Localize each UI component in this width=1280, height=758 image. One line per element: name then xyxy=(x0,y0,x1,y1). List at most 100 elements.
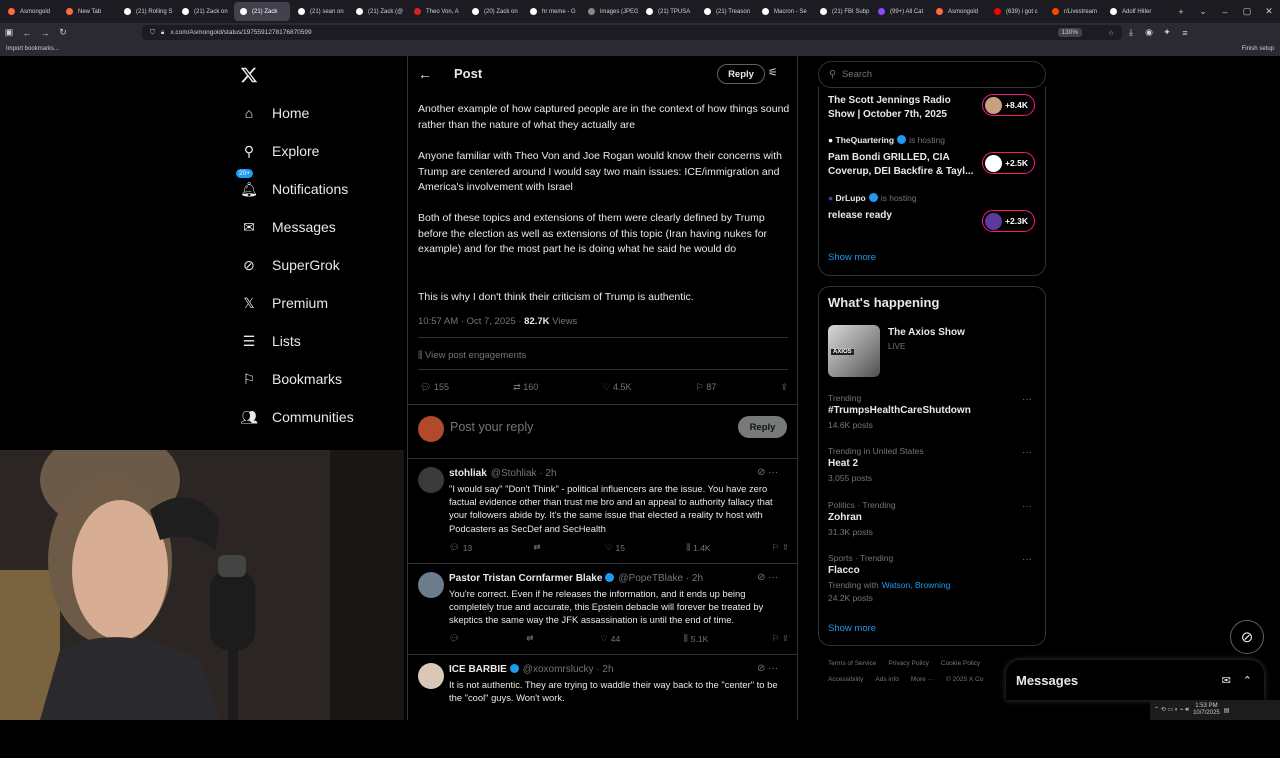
space-listener-pill[interactable]: +8.4K xyxy=(982,94,1035,116)
more-link[interactable]: More ··· xyxy=(911,676,934,683)
browser-tab[interactable]: (21) Zack xyxy=(234,2,290,21)
reply-action[interactable]: 💬︎ 155 xyxy=(420,382,449,393)
reply-author[interactable]: stohliak @Stohliak · 2h xyxy=(449,468,557,479)
view-engagements-link[interactable]: ⫼ View post engagements xyxy=(418,350,526,361)
maximize-icon[interactable]: ▢ xyxy=(1236,6,1258,17)
account-icon[interactable]: ◉ xyxy=(1140,27,1158,38)
new-message-icon[interactable]: ✉ xyxy=(1222,674,1231,687)
avatar[interactable] xyxy=(418,663,444,689)
axios-show-thumbnail[interactable]: AXIOS xyxy=(828,325,880,377)
messages-drawer[interactable]: Messages ✉ ⌃ xyxy=(1006,660,1264,700)
browser-tab[interactable]: (21) sean on xyxy=(292,2,348,21)
space-host[interactable]: ● TheQuartering is hosting xyxy=(828,135,945,145)
forward-icon[interactable]: → xyxy=(36,28,54,38)
like-action[interactable]: ♡ 4.5K xyxy=(602,382,631,393)
more-options-icon[interactable]: ··· xyxy=(768,572,778,583)
browser-tab[interactable]: Macron - Se xyxy=(756,2,812,21)
filter-icon[interactable]: ⚟ xyxy=(768,66,778,79)
reply-submit-button[interactable]: Reply xyxy=(738,416,787,438)
browser-tab[interactable]: hr meme - G xyxy=(524,2,580,21)
back-icon[interactable]: ← xyxy=(18,28,36,38)
more-options-icon[interactable]: ··· xyxy=(1022,394,1032,405)
x-logo-icon[interactable] xyxy=(240,66,258,89)
avatar[interactable] xyxy=(418,467,444,493)
new-tab-icon[interactable]: + xyxy=(1170,7,1192,17)
space-title[interactable]: The Scott Jennings Radio Show | October … xyxy=(828,94,976,121)
sidebar-item-premium[interactable]: 𝕏 Premium xyxy=(240,294,328,312)
like-action[interactable]: ♡ 15 xyxy=(605,542,625,553)
grok-float-button[interactable]: ⊘ xyxy=(1230,620,1264,654)
trend-title[interactable]: #TrumpsHealthCareShutdown xyxy=(828,405,971,416)
bookmark-action[interactable]: ⚐ 87 xyxy=(696,382,717,393)
like-action[interactable]: ♡ 44 xyxy=(600,633,620,644)
trending-with-links[interactable]: Watson, Browning xyxy=(882,580,951,590)
share-icon[interactable]: ⇪ xyxy=(780,382,788,393)
search-input[interactable]: ⚲ Search xyxy=(818,61,1046,88)
space-title[interactable]: release ready xyxy=(828,209,976,223)
close-window-icon[interactable]: ✕ xyxy=(1258,6,1280,17)
sidebar-item-supergrok[interactable]: ⊘ SuperGrok xyxy=(240,256,340,274)
download-icon[interactable]: ⤓ xyxy=(1122,27,1140,38)
trend-title[interactable]: Flacco xyxy=(828,565,860,576)
accessibility-link[interactable]: Accessibility xyxy=(828,676,863,683)
show-more-trends-link[interactable]: Show more xyxy=(828,623,876,634)
address-bar[interactable]: ⛉ 🔒︎ x.com/Asmongold/status/197559127817… xyxy=(142,25,1122,40)
views-action[interactable]: ⫼ 5.1K xyxy=(684,633,708,644)
more-options-icon[interactable]: ··· xyxy=(1022,447,1032,458)
finish-setup-link[interactable]: Finish setup xyxy=(1242,46,1274,52)
cookie-link[interactable]: Cookie Policy xyxy=(941,660,980,667)
menu-icon[interactable]: ≡ xyxy=(1176,28,1194,38)
grok-icon[interactable]: ⊘ xyxy=(757,572,768,583)
browser-tab[interactable]: Asmongold xyxy=(2,2,58,21)
views-action[interactable]: ⫼ 1.4K xyxy=(686,542,710,553)
repost-action[interactable]: ⇄ xyxy=(526,633,536,644)
space-host[interactable]: ● DrLupo is hosting xyxy=(828,193,917,203)
reply-input[interactable]: Post your reply xyxy=(450,420,533,434)
browser-tab[interactable]: (21) TPUSA xyxy=(640,2,696,21)
sidebar-item-notifications[interactable]: 🔔︎ 20+ Notifications xyxy=(236,169,348,198)
browser-tab[interactable]: r/Livestream xyxy=(1046,2,1102,21)
notification-icon[interactable]: ▤ xyxy=(1224,707,1230,714)
reply-author[interactable]: ICE BARBIE @xoxomrslucky · 2h xyxy=(449,664,614,675)
browser-tab[interactable]: (99+) All Cat xyxy=(872,2,928,21)
tab-list-icon[interactable]: ⌄ xyxy=(1192,6,1214,17)
reply-action[interactable]: 💬︎ 13 xyxy=(449,542,472,553)
more-options-icon[interactable]: ··· xyxy=(768,467,778,478)
sidebar-item-explore[interactable]: ⚲ Explore xyxy=(240,142,320,160)
browser-tab[interactable]: Theo Von, A xyxy=(408,2,464,21)
space-title[interactable]: Pam Bondi GRILLED, CIA Coverup, DEI Back… xyxy=(828,151,976,178)
browser-tab[interactable]: images (JPEG Im xyxy=(582,2,638,21)
ads-info-link[interactable]: Ads info xyxy=(875,676,899,683)
bookmark-share-icons[interactable]: ⚐ ⇪ xyxy=(772,633,789,644)
browser-tab[interactable]: (21) Treason xyxy=(698,2,754,21)
sidebar-toggle-icon[interactable]: ▣ xyxy=(0,27,18,38)
trend-title[interactable]: Heat 2 xyxy=(828,458,858,469)
star-icon[interactable]: ☆ xyxy=(1108,29,1114,37)
grok-icon[interactable]: ⊘ xyxy=(757,663,768,674)
minimize-icon[interactable]: – xyxy=(1214,7,1236,17)
space-listener-pill[interactable]: +2.5K xyxy=(982,152,1035,174)
header-reply-button[interactable]: Reply xyxy=(717,64,765,84)
trend-title[interactable]: Zohran xyxy=(828,512,862,523)
more-options-icon[interactable]: ··· xyxy=(1022,554,1032,565)
expand-icon[interactable]: ⌃ xyxy=(1243,674,1252,687)
browser-tab[interactable]: (21) Zack (@ xyxy=(350,2,406,21)
more-options-icon[interactable]: ··· xyxy=(1022,501,1032,512)
browser-tab[interactable]: Adolf Hitler xyxy=(1104,2,1160,21)
extension-icon[interactable]: ✦ xyxy=(1158,27,1176,38)
repost-action[interactable]: ⇄ xyxy=(534,542,544,553)
repost-action[interactable]: ⇄ 160 xyxy=(513,382,538,393)
avatar[interactable] xyxy=(418,416,444,442)
import-bookmarks-link[interactable]: Import bookmarks... xyxy=(6,46,59,52)
terms-link[interactable]: Terms of Service xyxy=(828,660,876,667)
more-options-icon[interactable]: ··· xyxy=(768,663,778,674)
browser-tab[interactable]: New Tab xyxy=(60,2,116,21)
browser-tab[interactable]: (21) Zack on xyxy=(176,2,232,21)
reload-icon[interactable]: ↻ xyxy=(54,27,72,38)
sidebar-item-lists[interactable]: ☰ Lists xyxy=(240,332,301,350)
privacy-link[interactable]: Privacy Policy xyxy=(888,660,928,667)
show-more-spaces-link[interactable]: Show more xyxy=(828,252,876,263)
tray-icons[interactable]: ⌃ ⟲ ▭ ◐ ⌁ 🔊︎ xyxy=(1154,706,1189,714)
bookmark-share-icons[interactable]: ⚐ ⇪ xyxy=(772,542,789,553)
space-listener-pill[interactable]: +2.3K xyxy=(982,210,1035,232)
